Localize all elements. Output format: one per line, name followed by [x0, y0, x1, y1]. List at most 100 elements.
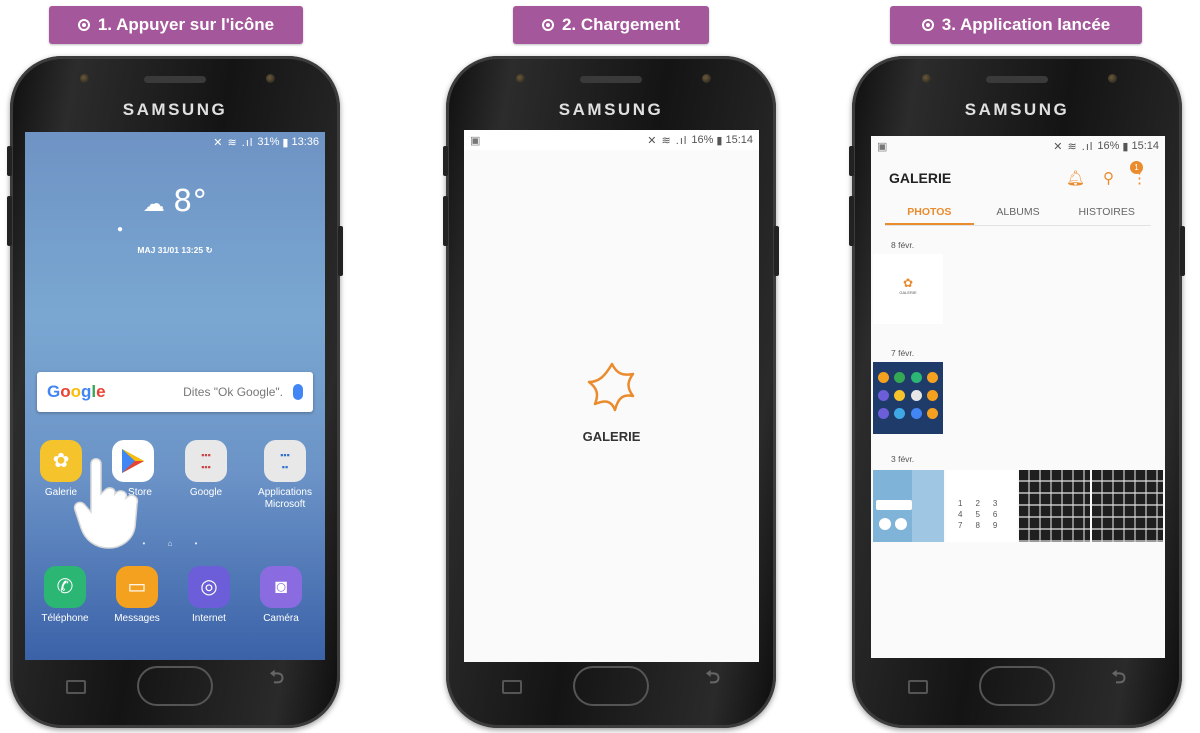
search-icon[interactable]: ⚲ — [1103, 169, 1114, 187]
photo-thumbnail[interactable]: 123 456 789 — [946, 470, 1017, 542]
step-2-text: 2. Chargement — [561, 15, 681, 34]
battery-level: 16% — [1097, 140, 1120, 152]
loading-screen: ▣ ✕ ≋ .ıl 16% ▮ 15:14 GALERIE — [464, 130, 759, 662]
microphone-icon[interactable] — [293, 384, 303, 400]
recent-apps-key[interactable] — [502, 680, 522, 694]
google-search-bar[interactable]: Google Dites "Ok Google". — [37, 372, 313, 412]
signal-icons: ✕ ≋ .ıl — [1053, 140, 1094, 153]
pointing-hand-icon — [73, 458, 139, 549]
dock-phone[interactable]: ✆ Téléphone — [33, 566, 97, 625]
home-key[interactable] — [979, 666, 1055, 706]
tab-bar: PHOTOS ALBUMS HISTOIRES — [885, 200, 1151, 226]
front-camera-icon — [80, 74, 89, 83]
front-camera-icon — [922, 74, 931, 83]
thumbnail-caption: GALERIE — [899, 290, 917, 295]
tutorial-stage: 1. Appuyer sur l'icône 2. Chargement 3. … — [0, 0, 1200, 733]
step-3-label: 3. Application lancée — [890, 6, 1142, 44]
app-label: Google — [189, 487, 223, 498]
phone-2: SAMSUNG ▣ ✕ ≋ .ıl 16% ▮ 15:14 GALERIE ⮌ — [443, 56, 779, 728]
speaker-grille — [580, 76, 642, 83]
brand-logo: SAMSUNG — [122, 100, 228, 119]
recent-apps-key[interactable] — [66, 680, 86, 694]
messages-icon: ▭ — [116, 566, 158, 608]
photo-thumbnail[interactable] — [1092, 470, 1163, 542]
tab-photos[interactable]: PHOTOS — [885, 200, 974, 225]
step-1-text: 1. Appuyer sur l'icône — [97, 15, 275, 34]
phone-3: SAMSUNG ▣ ✕ ≋ .ıl 16% ▮ 15:14 GALERIE 🔔︎… — [849, 56, 1185, 728]
photo-thumbnail[interactable]: ✿ GALERIE — [873, 254, 943, 324]
gallery-flower-icon — [587, 362, 634, 412]
section-date: 3 févr. — [891, 454, 915, 464]
rain-cloud-icon: ☁ — [142, 191, 165, 216]
signal-icons: ✕ ≋ .ıl — [647, 134, 688, 147]
photo-thumbnail[interactable] — [1019, 470, 1090, 542]
app-label: Internet — [192, 613, 226, 624]
phone-icon: ✆ — [44, 566, 86, 608]
refresh-icon[interactable]: ↻ — [205, 245, 212, 255]
dock-camera[interactable]: ◙ Caméra — [249, 566, 313, 625]
section-date: 8 févr. — [891, 240, 915, 250]
back-key-icon[interactable]: ⮌ — [706, 665, 720, 695]
step-bullet-icon — [541, 19, 554, 31]
updated-text: MAJ 31/01 13:25 — [137, 245, 204, 255]
app-bar: GALERIE 🔔︎ ⚲ ⋮ 1 — [871, 158, 1165, 198]
battery-icon: ▮ — [716, 134, 723, 147]
app-microsoft-folder[interactable]: ▪▪▪ ▪▪ Applications Microsoft — [253, 440, 317, 511]
image-notification-icon: ▣ — [470, 134, 481, 147]
app-label: Caméra — [263, 613, 299, 624]
page-title: GALERIE — [889, 170, 952, 186]
gallery-screen: ▣ ✕ ≋ .ıl 16% ▮ 15:14 GALERIE 🔔︎ ⚲ ⋮ 1 PH… — [871, 136, 1165, 658]
step-bullet-icon — [77, 19, 90, 31]
sensor-icon — [702, 74, 711, 83]
dock-internet[interactable]: ◎ Internet — [177, 566, 241, 625]
step-3-text: 3. Application lancée — [941, 15, 1111, 34]
weather-updated: MAJ 31/01 13:25 ↻ — [25, 245, 325, 256]
internet-icon: ◎ — [188, 566, 230, 608]
status-bar: ▣ ✕ ≋ .ıl 16% ▮ 15:14 — [464, 130, 759, 150]
back-key-icon[interactable]: ⮌ — [1112, 665, 1126, 695]
recent-apps-key[interactable] — [908, 680, 928, 694]
home-key[interactable] — [573, 666, 649, 706]
brand-logo: SAMSUNG — [964, 100, 1070, 119]
google-folder-icon: ▪▪▪ ▪▪▪ — [185, 440, 227, 482]
speaker-grille — [986, 76, 1048, 83]
photo-thumbnail[interactable] — [873, 362, 943, 434]
weather-widget[interactable]: ☁ 8° — [25, 184, 325, 219]
microsoft-folder-icon: ▪▪▪ ▪▪ — [264, 440, 306, 482]
clock: 15:14 — [725, 134, 753, 146]
tab-histoires[interactable]: HISTOIRES — [1062, 200, 1151, 225]
app-label: Applications Microsoft — [258, 487, 312, 510]
more-options-icon[interactable]: ⋮ 1 — [1130, 161, 1147, 187]
image-notification-icon: ▣ — [877, 140, 888, 153]
speaker-grille — [144, 76, 206, 83]
step-2-label: 2. Chargement — [513, 6, 709, 44]
battery-level: 16% — [691, 134, 714, 146]
section-date: 7 févr. — [891, 348, 915, 358]
dock-messages[interactable]: ▭ Messages — [105, 566, 169, 625]
bell-icon[interactable]: 🔔︎ — [1066, 169, 1085, 187]
photo-thumbnail[interactable] — [873, 470, 944, 542]
tab-albums[interactable]: ALBUMS — [974, 200, 1063, 225]
status-bar: ▣ ✕ ≋ .ıl 16% ▮ 15:14 — [871, 136, 1165, 156]
back-key-icon[interactable]: ⮌ — [270, 665, 284, 695]
splash-title: GALERIE — [582, 429, 641, 444]
google-logo: Google — [47, 382, 106, 401]
home-key[interactable] — [137, 666, 213, 706]
page-indicator[interactable]: • ⌂ • — [25, 539, 325, 548]
step-bullet-icon — [921, 19, 934, 31]
splash: GALERIE — [464, 360, 759, 444]
clock: 15:14 — [1131, 140, 1159, 152]
gallery-flower-icon: ✿ — [902, 276, 914, 290]
home-screen: ✕ ≋ .ıl 31% ▮ 13:36 ☁ 8° ● MAJ 31/01 13:… — [25, 132, 325, 660]
front-camera-icon — [516, 74, 525, 83]
brand-logo: SAMSUNG — [558, 100, 664, 119]
sensor-icon — [266, 74, 275, 83]
status-bar: ✕ ≋ .ıl 31% ▮ 13:36 — [25, 132, 325, 152]
search-hint: Dites "Ok Google". — [183, 385, 283, 399]
location-pin-icon: ● — [117, 224, 124, 235]
battery-icon: ▮ — [282, 136, 289, 149]
app-google-folder[interactable]: ▪▪▪ ▪▪▪ Google — [174, 440, 238, 499]
clock: 13:36 — [291, 136, 319, 148]
battery-icon: ▮ — [1122, 140, 1129, 153]
app-label: Messages — [114, 613, 160, 624]
